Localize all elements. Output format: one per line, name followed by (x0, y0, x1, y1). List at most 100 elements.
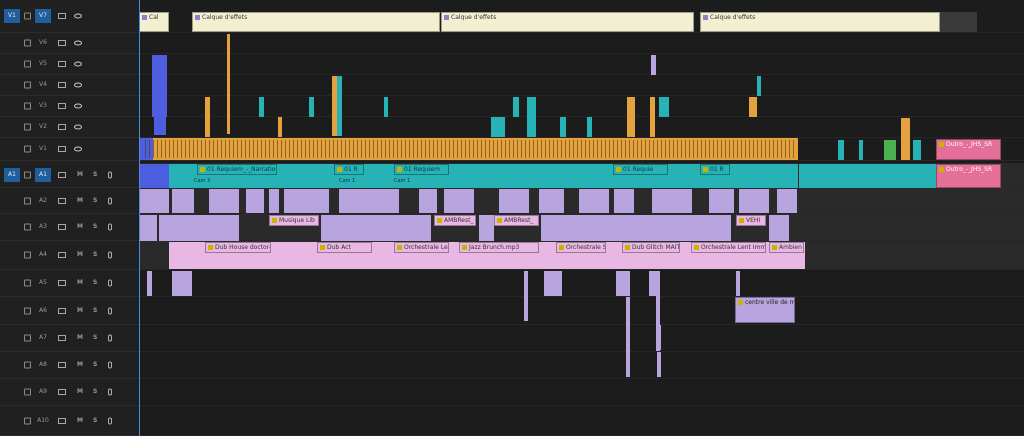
sfx-clip[interactable]: centre ville de m (735, 297, 795, 323)
clip-segment[interactable] (589, 140, 590, 158)
clip-segment[interactable] (333, 140, 334, 158)
track-name[interactable]: A5 (35, 279, 51, 287)
clip-segment[interactable] (157, 140, 158, 158)
clip-segment[interactable] (421, 140, 422, 158)
clip-segment[interactable] (613, 140, 614, 158)
lock-icon[interactable] (24, 334, 31, 342)
clip-segment[interactable] (465, 140, 466, 158)
clip-segment[interactable] (533, 140, 534, 158)
clip-segment[interactable] (281, 140, 282, 158)
clip-segment[interactable] (165, 140, 166, 158)
audio-lane[interactable] (139, 270, 1024, 297)
outro-video-clip[interactable]: Outro_-_JHS_SR (936, 139, 1001, 160)
music-clip[interactable]: Dub Glitch MAITT (622, 242, 680, 253)
clip-segment[interactable] (353, 140, 354, 158)
clip-segment[interactable] (277, 140, 278, 158)
clip-segment[interactable] (665, 140, 666, 158)
adjustment-layer-clip[interactable]: Calque d'effets (441, 12, 694, 32)
adjustment-layer-clip[interactable]: Cal (139, 12, 169, 32)
clip-segment[interactable] (161, 140, 162, 158)
clip-segment[interactable] (725, 140, 726, 158)
clip-segment[interactable] (651, 55, 656, 75)
clip-segment[interactable] (721, 140, 722, 158)
clip-segment[interactable] (626, 297, 630, 377)
lock-icon[interactable] (24, 145, 31, 153)
clip-segment[interactable] (413, 140, 414, 158)
solo-button[interactable]: S (93, 388, 97, 396)
clip-segment[interactable] (614, 189, 634, 213)
clip-segment[interactable] (384, 97, 388, 117)
clip-segment[interactable] (669, 140, 670, 158)
clip-segment[interactable] (213, 140, 214, 158)
clip-segment[interactable] (227, 34, 230, 134)
clip-segment[interactable] (444, 189, 474, 213)
mic-icon[interactable] (108, 197, 112, 204)
track-name[interactable]: A7 (35, 334, 51, 342)
clip-segment[interactable] (650, 97, 655, 137)
clip-segment[interactable] (485, 140, 486, 158)
mic-icon[interactable] (108, 388, 112, 396)
clip-segment[interactable] (561, 140, 562, 158)
clip-segment[interactable] (489, 140, 490, 158)
clip-segment[interactable] (457, 140, 458, 158)
clip-segment[interactable] (581, 140, 582, 158)
clip-segment[interactable] (377, 140, 378, 158)
track-name[interactable]: A3 (35, 223, 51, 231)
video-lane[interactable] (139, 96, 1024, 117)
clip-segment[interactable] (633, 140, 634, 158)
clip-segment[interactable] (477, 140, 478, 158)
clip-segment[interactable] (799, 164, 937, 188)
track-name[interactable]: A8 (35, 361, 51, 369)
clip-segment[interactable] (753, 140, 754, 158)
mute-button[interactable]: M (77, 223, 83, 231)
clip-segment[interactable] (593, 140, 594, 158)
clip-segment[interactable] (789, 140, 790, 158)
music-clip[interactable]: Dub House doctor-v (205, 242, 271, 253)
eye-icon[interactable] (74, 13, 82, 19)
clip-segment[interactable] (673, 140, 674, 158)
clip-segment[interactable] (405, 140, 406, 158)
clip-segment[interactable] (289, 140, 290, 158)
clip-segment[interactable] (737, 140, 738, 158)
clip-segment[interactable] (278, 117, 282, 137)
clip-segment[interactable] (189, 140, 190, 158)
clip-segment[interactable] (577, 140, 578, 158)
clip-segment[interactable] (859, 140, 863, 160)
clip-segment[interactable] (913, 140, 921, 160)
clip-segment[interactable] (313, 140, 314, 158)
clip-segment[interactable] (685, 140, 686, 158)
clip-segment[interactable] (245, 140, 246, 158)
dialogue-clip[interactable]: 01 Requiem (394, 164, 449, 175)
clip-segment[interactable] (729, 140, 730, 158)
lock-icon[interactable] (24, 81, 31, 89)
lock-icon[interactable] (24, 388, 31, 396)
clip-segment[interactable] (445, 140, 446, 158)
clip-segment[interactable] (781, 140, 782, 158)
mute-button[interactable]: M (77, 361, 83, 369)
film-icon[interactable] (58, 252, 66, 258)
clip-segment[interactable] (717, 140, 718, 158)
dialogue-clip[interactable]: 01 Requiem_-_Narration.wav (197, 164, 277, 175)
clip-segment[interactable] (173, 140, 174, 158)
clip-segment[interactable] (493, 140, 494, 158)
clip-segment[interactable] (154, 75, 166, 135)
mute-button[interactable]: M (77, 307, 83, 315)
mic-icon[interactable] (108, 223, 112, 231)
clip-segment[interactable] (544, 271, 562, 296)
clip-segment[interactable] (389, 140, 390, 158)
mute-button[interactable]: M (77, 334, 83, 342)
clip-segment[interactable] (505, 140, 506, 158)
eye-icon[interactable] (74, 40, 82, 46)
video-lane[interactable] (139, 117, 1024, 138)
clip-segment[interactable] (513, 140, 514, 158)
source-patch[interactable]: A1 (4, 168, 20, 182)
clip-segment[interactable] (627, 97, 635, 137)
clip-segment[interactable] (609, 140, 610, 158)
clip-segment[interactable] (257, 140, 258, 158)
audio-lane[interactable] (139, 325, 1024, 352)
clip-segment[interactable] (401, 140, 402, 158)
lock-icon[interactable] (24, 417, 31, 424)
clip-segment[interactable] (573, 140, 574, 158)
mic-icon[interactable] (108, 361, 112, 369)
music-clip[interactable]: Orchestrale Sav (556, 242, 606, 253)
